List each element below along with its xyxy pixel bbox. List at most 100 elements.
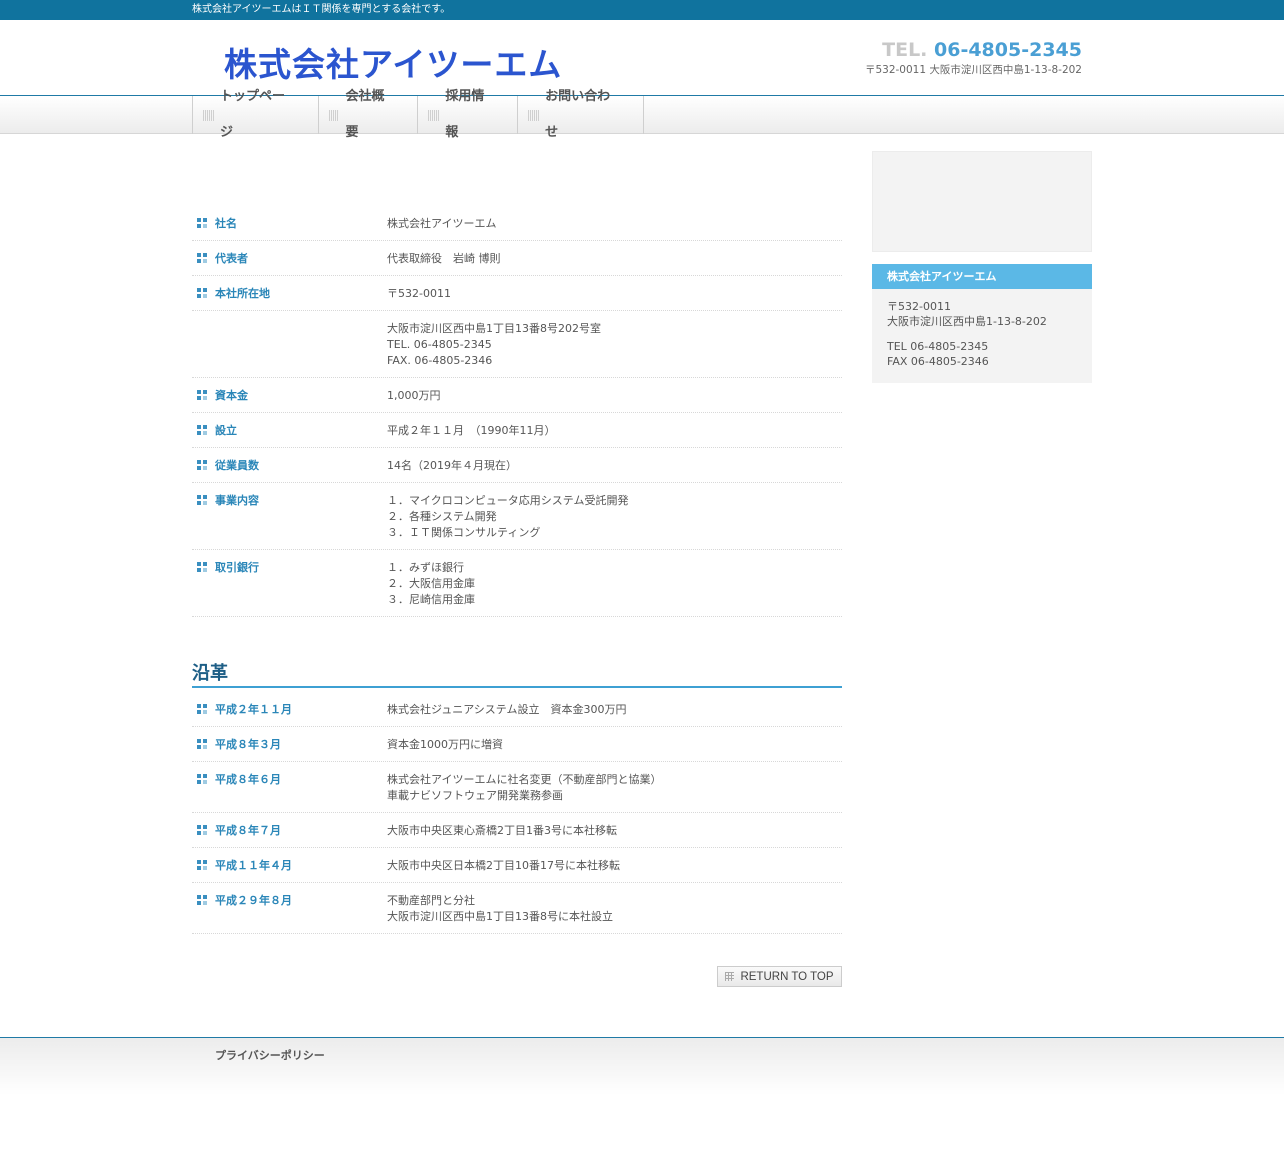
row-value: 大阪市淀川区西中島1丁目13番8号202号室 TEL. 06-4805-2345 F… [387, 321, 842, 369]
row-label: 平成８年６月 [192, 772, 387, 804]
nav-bar: トップページ 会社概要 採用情報 お問い合わせ [0, 89, 1284, 140]
row-value-line: TEL. 06-4805-2345 [387, 338, 492, 351]
row-value: 不動産部門と分社 大阪市淀川区西中島1丁目13番8号に本社設立 [387, 893, 842, 925]
bullet-square-icon [197, 739, 207, 749]
row-value-line: 大阪市中央区東心斎橋2丁目1番3号に本社移転 [387, 824, 617, 837]
row-label: 事業内容 [192, 493, 387, 541]
grid-icon [328, 109, 340, 121]
row-label-text: 資本金 [215, 389, 248, 402]
row-label-text: 平成８年７月 [215, 824, 281, 837]
row-value-line: ３．尼崎信用金庫 [387, 593, 475, 606]
bullet-square-icon [197, 253, 207, 263]
row-label: 平成２９年８月 [192, 893, 387, 925]
grid-icon [725, 972, 735, 981]
row-label: 取引銀行 [192, 560, 387, 608]
main-nav: トップページ 会社概要 採用情報 お問い合わせ [192, 89, 644, 140]
row-value: 大阪市中央区日本橋2丁目10番17号に本社移転 [387, 858, 842, 874]
table-row: 平成１１年４月 大阪市中央区日本橋2丁目10番17号に本社移転 [192, 848, 842, 883]
table-row: 事業内容 １．マイクロコンピュータ応用システム受託開発 ２．各種システム開発 ３．ＩＴ… [192, 483, 842, 550]
grid-icon [203, 109, 214, 121]
sidebar-banner [872, 151, 1092, 252]
row-label: 従業員数 [192, 458, 387, 474]
history-table: 平成２年１１月 株式会社ジュニアシステム設立 資本金300万円平成８年３月 資本金1… [192, 692, 842, 934]
nav-item-contact[interactable]: お問い合わせ [518, 89, 644, 140]
row-value: 資本金1000万円に増資 [387, 737, 842, 753]
bullet-square-icon [197, 860, 207, 870]
table-row: 平成２年１１月 株式会社ジュニアシステム設立 資本金300万円 [192, 692, 842, 727]
row-value: 〒532-0011 [387, 286, 842, 302]
bullet-square-icon [197, 895, 207, 905]
return-to-top-button[interactable]: RETURN TO TOP [717, 966, 842, 987]
privacy-policy-link[interactable]: プライバシーポリシー [215, 1047, 325, 1063]
bullet-square-icon [197, 218, 207, 228]
row-label-text: 社名 [215, 217, 237, 230]
header-tel: TEL. 06-4805-2345 [882, 39, 1082, 61]
row-label-text: 代表者 [215, 252, 248, 265]
row-label: 社名 [192, 216, 387, 232]
row-label-text: 従業員数 [215, 459, 259, 472]
row-label-text: 事業内容 [215, 494, 259, 507]
row-label: 平成８年７月 [192, 823, 387, 839]
row-value-line: 株式会社アイツーエムに社名変更（不動産部門と協業） [387, 773, 662, 786]
row-value-line: 大阪市淀川区西中島1丁目13番8号に本社設立 [387, 910, 613, 923]
table-row: 従業員数 14名（2019年４月現在） [192, 448, 842, 483]
row-value-line: ２．各種システム開発 [387, 510, 497, 523]
nav-item-company[interactable]: 会社概要 [319, 89, 419, 140]
tel-label: TEL. [882, 39, 928, 61]
sidebar-address: 大阪市淀川区西中島1-13-8-202 [887, 315, 1047, 328]
row-value: 14名（2019年４月現在） [387, 458, 842, 474]
row-value: １．みずほ銀行 ２．大阪信用金庫 ３．尼崎信用金庫 [387, 560, 842, 608]
row-value-line: ２．大阪信用金庫 [387, 577, 475, 590]
row-value: 代表取締役 岩崎 博則 [387, 251, 842, 267]
company-info-table: 社名 株式会社アイツーエム代表者 代表取締役 岩崎 博則本社所在地 〒532-0011… [192, 206, 842, 617]
bullet-square-icon [197, 390, 207, 400]
row-label: 代表者 [192, 251, 387, 267]
table-row: 平成８年３月 資本金1000万円に増資 [192, 727, 842, 762]
row-value: 1,000万円 [387, 388, 842, 404]
row-value-line: 車載ナビソフトウェア開発業務参画 [387, 789, 563, 802]
row-value-line: 資本金1000万円に増資 [387, 738, 503, 751]
nav-item-top[interactable]: トップページ [193, 89, 319, 140]
row-label-text: 平成２年１１月 [215, 703, 292, 716]
sidebar: 株式会社アイツーエム 〒532-0011 大阪市淀川区西中島1-13-8-202… [872, 151, 1092, 383]
history-heading: 沿革 [192, 659, 842, 688]
row-value: 株式会社ジュニアシステム設立 資本金300万円 [387, 702, 842, 718]
row-value-line: 1,000万円 [387, 389, 441, 402]
table-row: 平成８年７月 大阪市中央区東心斎橋2丁目1番3号に本社移転 [192, 813, 842, 848]
row-value-line: ３．ＩＴ関係コンサルティング [387, 526, 541, 539]
sidebar-heading: 株式会社アイツーエム [872, 264, 1092, 289]
sidebar-fax: FAX 06-4805-2346 [887, 355, 989, 368]
table-row: 本社所在地 〒532-0011 [192, 276, 842, 311]
site-footer: プライバシーポリシー [0, 1037, 1284, 1165]
row-label-text: 本社所在地 [215, 287, 270, 300]
row-value: 株式会社アイツーエムに社名変更（不動産部門と協業） 車載ナビソフトウェア開発業務参… [387, 772, 842, 804]
bullet-square-icon [197, 425, 207, 435]
table-row: 取引銀行 １．みずほ銀行 ２．大阪信用金庫 ３．尼崎信用金庫 [192, 550, 842, 617]
top-bar: 株式会社アイツーエムはＩＴ関係を専門とする会社です。 [0, 0, 1284, 20]
row-value-line: 大阪市淀川区西中島1丁目13番8号202号室 [387, 322, 601, 335]
row-value-line: 株式会社アイツーエム [387, 217, 497, 230]
table-row: 大阪市淀川区西中島1丁目13番8号202号室 TEL. 06-4805-2345 F… [192, 311, 842, 378]
row-value-line: 代表取締役 岩崎 博則 [387, 252, 501, 265]
row-label: 本社所在地 [192, 286, 387, 302]
row-label-text: 設立 [215, 424, 237, 437]
site-header: 株式会社アイツーエム TEL. 06-4805-2345 〒532-0011 大… [192, 20, 1092, 95]
bullet-square-icon [197, 704, 207, 714]
row-value: １．マイクロコンピュータ応用システム受託開発 ２．各種システム開発 ３．ＩＴ関係コン… [387, 493, 842, 541]
table-row: 平成８年６月 株式会社アイツーエムに社名変更（不動産部門と協業） 車載ナビソフトウェ… [192, 762, 842, 813]
row-label: 設立 [192, 423, 387, 439]
bullet-square-icon [197, 288, 207, 298]
row-label: 平成１１年４月 [192, 858, 387, 874]
row-value-line: 〒532-0011 [387, 287, 451, 300]
grid-icon [428, 109, 440, 121]
row-label: 平成８年３月 [192, 737, 387, 753]
nav-item-recruit[interactable]: 採用情報 [418, 89, 519, 140]
row-label-text: 平成２９年８月 [215, 894, 292, 907]
table-row: 設立 平成２年１１月 （1990年11月） [192, 413, 842, 448]
row-value: 平成２年１１月 （1990年11月） [387, 423, 842, 439]
header-address: 〒532-0011 大阪市淀川区西中島1-13-8-202 [864, 64, 1082, 76]
row-label: 平成２年１１月 [192, 702, 387, 718]
row-value-line: 平成２年１１月 （1990年11月） [387, 424, 556, 437]
sidebar-tel: TEL 06-4805-2345 [887, 340, 989, 353]
row-label-text: 平成８年６月 [215, 773, 281, 786]
